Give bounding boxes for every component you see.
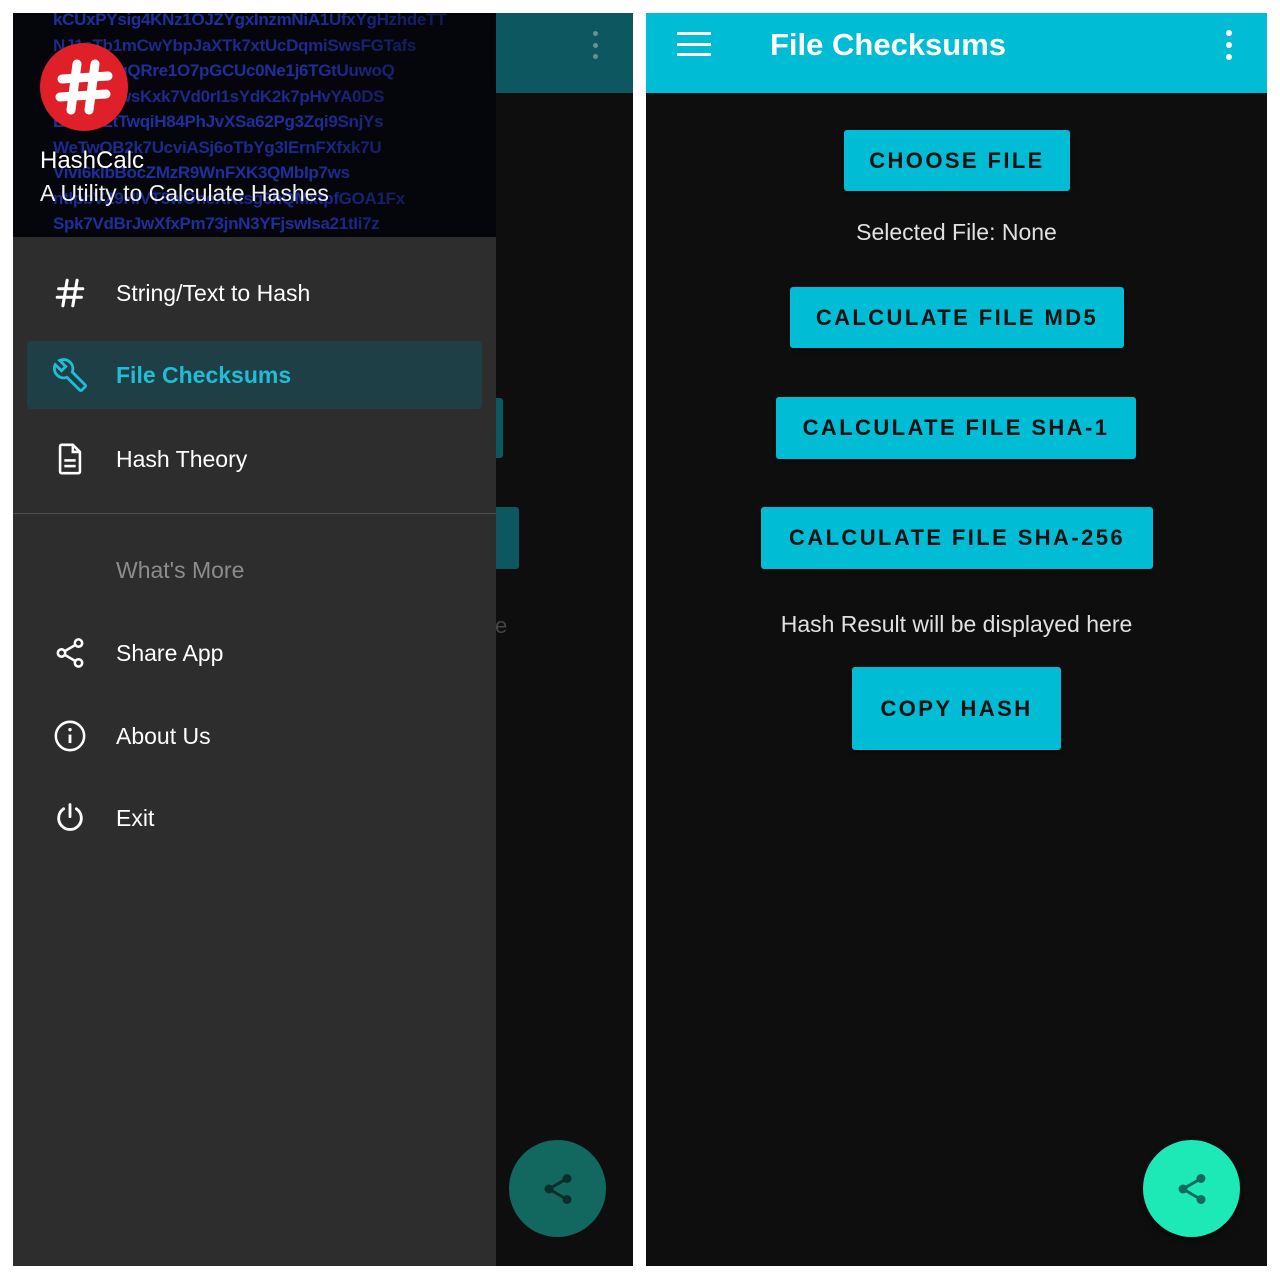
nav-item-about-us[interactable]: About Us <box>27 702 482 770</box>
nav-item-label: File Checksums <box>116 361 292 388</box>
info-icon <box>53 719 87 753</box>
share-icon <box>1178 1173 1205 1204</box>
calculate-sha1-button[interactable]: CALCULATE FILE SHA-1 <box>776 397 1136 459</box>
hash-icon <box>53 276 87 310</box>
nav-item-label: Hash Theory <box>116 445 248 472</box>
nav-item-label: About Us <box>116 722 211 749</box>
right-phone-screen: File Checksums CHOOSE FILE Selected File… <box>646 13 1267 1266</box>
more-vert-icon[interactable] <box>1221 29 1237 61</box>
document-icon <box>53 442 87 476</box>
selected-file-text: Selected File: None <box>856 219 1057 245</box>
choose-file-button[interactable]: CHOOSE FILE <box>844 130 1070 191</box>
hamburger-menu-icon[interactable] <box>677 31 711 57</box>
nav-item-label: String/Text to Hash <box>116 279 311 306</box>
share-fab-button[interactable] <box>1143 1140 1240 1237</box>
nav-item-hash-theory[interactable]: Hash Theory <box>27 425 482 493</box>
copy-hash-button[interactable]: COPY HASH <box>852 667 1061 750</box>
hash-line: Spk7VdBrJwXfxPm73jnN3YFjswIsa21tIi7z <box>53 214 380 233</box>
nav-item-exit[interactable]: Exit <box>27 784 482 852</box>
share-icon <box>544 1173 571 1204</box>
navigation-drawer: kCUxPYsig4KNz1OJZYgxInzmNiA1UfxYgHzhdeTT… <box>13 13 496 1266</box>
background-partial-text: e <box>495 613 508 638</box>
hash-result-text[interactable]: Hash Result will be displayed here <box>646 611 1267 638</box>
drawer-header: kCUxPYsig4KNz1OJZYgxInzmNiA1UfxYgHzhdeTT… <box>13 13 496 237</box>
nav-item-file-checksums[interactable]: File Checksums <box>27 341 482 409</box>
section-label-whats-more: What's More <box>116 557 245 583</box>
background-share-fab <box>509 1140 606 1237</box>
hash-symbol-icon <box>55 59 113 115</box>
nav-item-label: Share App <box>116 639 224 666</box>
background-more-vert-icon <box>587 29 603 61</box>
share-icon <box>53 636 87 670</box>
hash-line: kCUxPYsig4KNz1OJZYgxInzmNiA1UfxYgHzhdeTT <box>53 13 447 29</box>
page-title: File Checksums <box>770 27 1007 62</box>
wrench-icon <box>53 358 87 392</box>
app-bar: File Checksums <box>646 13 1267 93</box>
hash-logo-icon <box>40 43 128 131</box>
hash-line: NJ1sTb1mCwYbpJaXTk7xtUcDqmiSwsFGTafs <box>53 35 416 55</box>
app-name: HashCalc <box>40 147 145 174</box>
nav-item-string-to-hash[interactable]: String/Text to Hash <box>27 259 482 327</box>
left-phone-screen: e kCUxPYsig4KNz1OJZYgxInzmNiA1UfxYgHzhde… <box>13 13 633 1266</box>
calculate-sha256-button[interactable]: CALCULATE FILE SHA-256 <box>761 507 1153 569</box>
nav-item-label: Exit <box>116 804 155 831</box>
nav-item-share-app[interactable]: Share App <box>27 619 482 687</box>
power-icon <box>53 801 87 835</box>
app-subtitle: A Utility to Calculate Hashes <box>40 180 329 206</box>
drawer-divider <box>13 513 496 514</box>
calculate-md5-button[interactable]: CALCULATE FILE MD5 <box>790 287 1124 348</box>
